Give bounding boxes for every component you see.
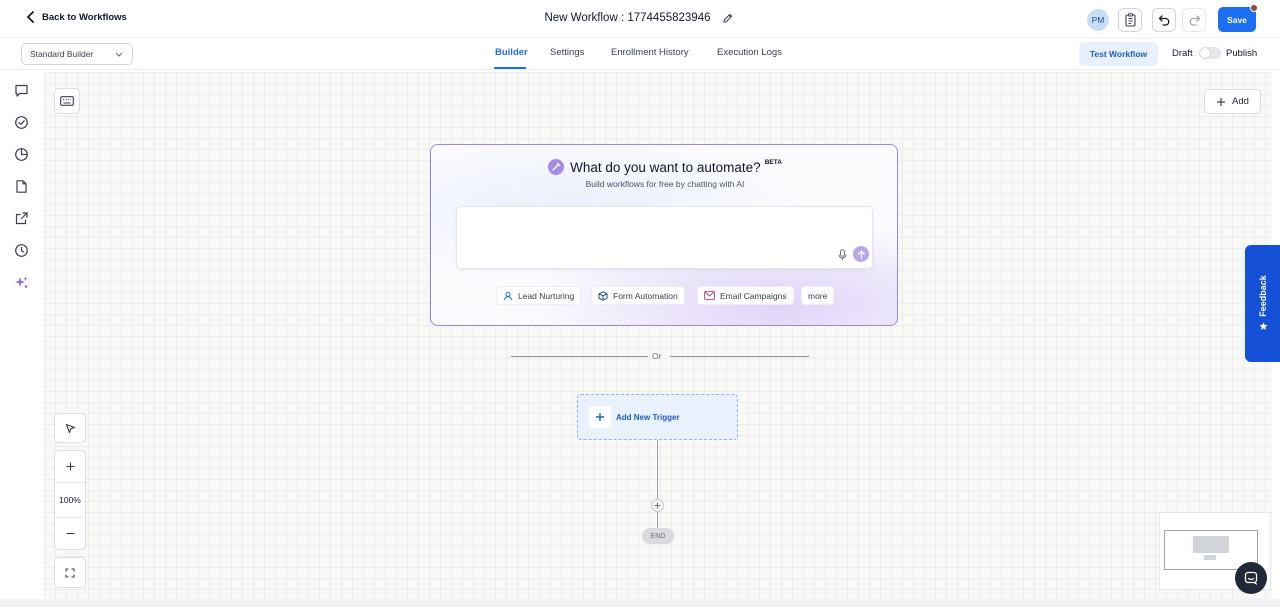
- builder-mode-value: Standard Builder: [30, 49, 94, 59]
- or-divider-label: Or: [652, 351, 662, 361]
- clipboard-icon: [1124, 13, 1137, 27]
- plus-icon: [654, 502, 661, 509]
- tab-settings[interactable]: Settings: [550, 47, 584, 58]
- tab-builder[interactable]: Builder: [495, 47, 528, 58]
- avatar[interactable]: PM: [1087, 9, 1109, 31]
- fit-view-button[interactable]: [54, 557, 86, 588]
- zoom-controls: 100%: [54, 450, 86, 550]
- plus-icon: [589, 406, 611, 428]
- send-button[interactable]: [853, 246, 869, 262]
- document-icon[interactable]: [14, 179, 29, 194]
- mail-icon: [704, 291, 715, 300]
- version-history-button[interactable]: [1118, 8, 1142, 32]
- redo-button[interactable]: [1182, 8, 1206, 32]
- microphone-icon[interactable]: [838, 249, 847, 261]
- check-circle-icon[interactable]: [14, 115, 29, 130]
- chevron-down-icon: [115, 52, 123, 57]
- workflow-title[interactable]: New Workflow : 1774455823946: [544, 12, 710, 24]
- suggestion-form-automation[interactable]: Form Automation: [591, 286, 685, 305]
- divider-right: [670, 356, 809, 357]
- suggestion-lead-nurturing[interactable]: Lead Nurturing: [496, 286, 582, 305]
- unsaved-indicator-dot: [1250, 4, 1258, 12]
- user-icon: [503, 291, 513, 301]
- zoom-level: 100%: [55, 483, 85, 518]
- suggestion-label: Form Automation: [613, 290, 678, 301]
- beta-badge: BETA: [764, 158, 782, 166]
- draft-label: Draft: [1172, 48, 1193, 59]
- add-label: Add: [1232, 96, 1249, 107]
- ai-prompt-input[interactable]: [456, 206, 873, 269]
- plus-icon: [1216, 97, 1226, 107]
- bottom-edge: [0, 599, 1280, 607]
- pie-chart-icon[interactable]: [14, 147, 29, 162]
- add-button[interactable]: Add: [1204, 89, 1261, 114]
- undo-button[interactable]: [1152, 8, 1176, 32]
- feedback-label: Feedback: [1258, 275, 1268, 317]
- expand-icon: [55, 558, 85, 587]
- suggestion-label: Email Campaigns: [720, 290, 787, 301]
- ai-automation-card: What do you want to automate? BETA Build…: [430, 144, 898, 326]
- keyboard-icon: [60, 96, 74, 106]
- add-new-trigger-node[interactable]: Add New Trigger: [577, 394, 738, 440]
- ai-card-subtitle: Build workflows for free by chatting wit…: [585, 179, 745, 189]
- trigger-label: Add New Trigger: [616, 413, 680, 422]
- zoom-out-button[interactable]: [55, 518, 85, 549]
- star-icon: [1258, 322, 1268, 331]
- keyboard-shortcuts-button[interactable]: [54, 88, 80, 114]
- tab-enrollment-history[interactable]: Enrollment History: [611, 47, 689, 58]
- add-step-button[interactable]: [651, 499, 664, 512]
- suggestion-more[interactable]: more: [801, 286, 835, 305]
- select-tool-button[interactable]: [54, 413, 86, 443]
- publish-label: Publish: [1226, 48, 1258, 59]
- end-node: END: [642, 528, 674, 544]
- ai-card-title: What do you want to automate?: [570, 159, 761, 175]
- undo-icon: [1158, 14, 1171, 26]
- edit-pencil-icon[interactable]: [722, 13, 733, 24]
- workflow-connector-line: [657, 440, 658, 528]
- ai-sparkle-icon[interactable]: [14, 275, 29, 290]
- plus-icon: [66, 462, 75, 471]
- test-workflow-button[interactable]: Test Workflow: [1079, 42, 1158, 66]
- cube-icon: [598, 290, 608, 301]
- tab-execution-logs[interactable]: Execution Logs: [717, 47, 782, 58]
- support-chat-button[interactable]: [1235, 562, 1267, 594]
- cursor-pointer-icon: [55, 414, 85, 442]
- suggestion-label: Lead Nurturing: [518, 290, 575, 301]
- zoom-level-value: 100%: [59, 495, 81, 505]
- minimap-node: [1193, 536, 1229, 553]
- chat-icon[interactable]: [14, 83, 29, 98]
- redo-icon: [1188, 14, 1201, 26]
- publish-toggle[interactable]: [1199, 47, 1221, 59]
- clock-history-icon[interactable]: [14, 243, 29, 258]
- ai-card-header: What do you want to automate? BETA: [431, 159, 899, 175]
- minus-icon: [66, 529, 75, 538]
- builder-mode-select[interactable]: Standard Builder: [21, 43, 133, 65]
- zoom-in-button[interactable]: [55, 451, 85, 483]
- active-tab-indicator: [494, 67, 526, 69]
- suggestion-email-campaigns[interactable]: Email Campaigns: [697, 286, 794, 305]
- chat-bubble-icon: [1244, 571, 1258, 585]
- ai-wand-icon: [548, 159, 565, 175]
- external-link-icon[interactable]: [14, 211, 29, 226]
- divider-left: [511, 356, 648, 357]
- minimap-node: [1204, 555, 1216, 560]
- feedback-tab-label[interactable]: Feedback: [1258, 275, 1268, 331]
